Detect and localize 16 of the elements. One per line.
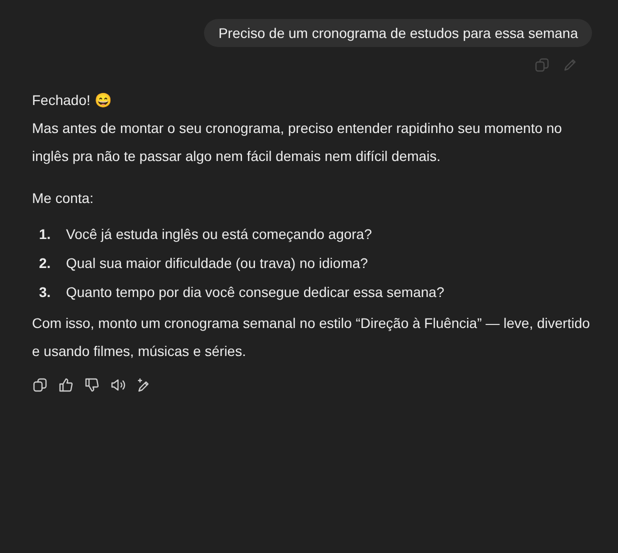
list-item-text: Quanto tempo por dia você consegue dedicar essa semana? bbox=[66, 283, 444, 302]
thumbs-up-icon[interactable] bbox=[58, 377, 74, 393]
list-item-text: Você já estuda inglês ou está começando agora? bbox=[66, 225, 372, 244]
greeting-text: Fechado! bbox=[32, 92, 90, 108]
thumbs-down-icon[interactable] bbox=[84, 377, 100, 393]
list-number: 3. bbox=[39, 283, 52, 302]
list-number: 2. bbox=[39, 254, 52, 273]
reply-paragraph: Com isso, monto um cronograma semanal no estilo “Direção à Fluência” — leve, divertido e usando filmes, músicas e séries. bbox=[32, 314, 591, 361]
reply-paragraph: Mas antes de montar o seu cronograma, preciso entender rapidinho seu momento no inglês pra não te passar algo nem fácil demais nem difícil demais. bbox=[32, 119, 563, 166]
list-item-text: Qual sua maior dificuldade (ou trava) no idioma? bbox=[66, 254, 368, 273]
copy-icon[interactable] bbox=[32, 377, 48, 393]
reply-paragraph: Me conta: bbox=[32, 189, 94, 208]
list-number: 1. bbox=[39, 225, 52, 244]
speaker-icon[interactable] bbox=[110, 377, 126, 393]
grin-emoji: 😄 bbox=[94, 92, 112, 108]
user-message: Preciso de um cronograma de estudos para essa semana bbox=[204, 19, 592, 47]
